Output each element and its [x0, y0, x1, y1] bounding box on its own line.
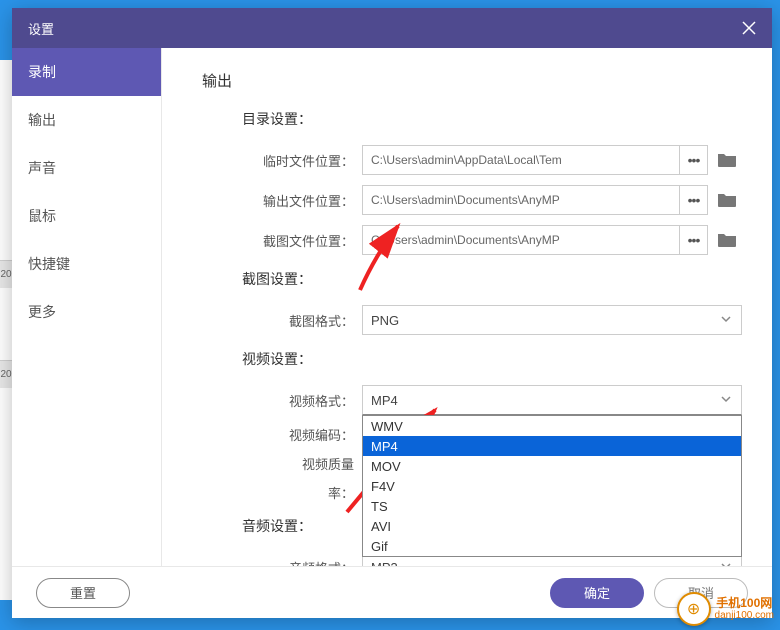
- label-snap-format: 截图格式：: [202, 311, 362, 330]
- window-title: 设置: [28, 19, 54, 38]
- footer: 重置 确定 取消: [12, 566, 772, 618]
- ok-button[interactable]: 确定: [550, 578, 644, 608]
- sidebar-item-label: 声音: [28, 158, 56, 178]
- sidebar-item-label: 更多: [28, 302, 56, 322]
- titlebar: 设置: [12, 8, 772, 48]
- section-video: 视频设置：: [242, 349, 742, 369]
- sidebar-item-label: 快捷键: [28, 254, 70, 274]
- video-format-dropdown: WMV MP4 MOV F4V TS AVI Gif: [362, 415, 742, 557]
- sidebar-item-label: 录制: [28, 62, 56, 82]
- open-temp-folder-button[interactable]: [712, 145, 742, 175]
- chevron-down-icon: [719, 312, 733, 329]
- sidebar-item-label: 鼠标: [28, 206, 56, 226]
- sidebar-item-output[interactable]: 输出: [12, 96, 161, 144]
- desktop-fragment: 20 20: [0, 60, 12, 600]
- label-video-codec: 视频编码：: [202, 425, 362, 444]
- settings-window: 设置 录制 输出 声音 鼠标 快捷键 更多 输出 目录设置： 临时文件位置： C…: [12, 8, 772, 618]
- page-title: 输出: [202, 70, 742, 91]
- chevron-down-icon: [719, 559, 733, 567]
- section-directory: 目录设置：: [242, 109, 742, 129]
- browse-snapshot-button[interactable]: •••: [680, 225, 708, 255]
- temp-path-input[interactable]: C:\Users\admin\AppData\Local\Tem: [362, 145, 680, 175]
- browse-temp-button[interactable]: •••: [680, 145, 708, 175]
- reset-button[interactable]: 重置: [36, 578, 130, 608]
- watermark-icon: ⊕: [677, 592, 711, 626]
- output-path-input[interactable]: C:\Users\admin\Documents\AnyMP: [362, 185, 680, 215]
- label-audio-format: 音频格式：: [202, 558, 362, 567]
- label-video-format: 视频格式：: [202, 391, 362, 410]
- label-temp: 临时文件位置：: [202, 151, 362, 170]
- row-output-path: 输出文件位置： C:\Users\admin\Documents\AnyMP •…: [202, 185, 742, 215]
- video-format-select[interactable]: MP4 WMV MP4 MOV F4V TS AVI Gif: [362, 385, 742, 415]
- sidebar-item-record[interactable]: 录制: [12, 48, 161, 96]
- option-mp4[interactable]: MP4: [363, 436, 741, 456]
- watermark: ⊕ 手机100网 danji100.com: [677, 592, 774, 626]
- sidebar-item-sound[interactable]: 声音: [12, 144, 161, 192]
- chevron-down-icon: [719, 392, 733, 409]
- label-video-quality: 视频质量: [202, 454, 362, 473]
- snap-format-select[interactable]: PNG: [362, 305, 742, 335]
- label-video-rate: 率：: [202, 483, 362, 502]
- close-button[interactable]: [726, 8, 772, 48]
- row-video-format: 视频格式： MP4 WMV MP4 MOV F4V TS AVI Gif: [202, 385, 742, 415]
- main-panel: 输出 目录设置： 临时文件位置： C:\Users\admin\AppData\…: [162, 48, 772, 566]
- sidebar: 录制 输出 声音 鼠标 快捷键 更多: [12, 48, 162, 566]
- option-avi[interactable]: AVI: [363, 516, 741, 536]
- option-f4v[interactable]: F4V: [363, 476, 741, 496]
- sidebar-item-more[interactable]: 更多: [12, 288, 161, 336]
- option-mov[interactable]: MOV: [363, 456, 741, 476]
- section-snapshot: 截图设置：: [242, 269, 742, 289]
- snapshot-path-input[interactable]: C:\Users\admin\Documents\AnyMP: [362, 225, 680, 255]
- option-wmv[interactable]: WMV: [363, 416, 741, 436]
- folder-icon: [717, 192, 737, 208]
- sidebar-item-label: 输出: [28, 110, 56, 130]
- label-output: 输出文件位置：: [202, 191, 362, 210]
- row-snap-format: 截图格式： PNG: [202, 305, 742, 335]
- option-ts[interactable]: TS: [363, 496, 741, 516]
- label-snapshot: 截图文件位置：: [202, 231, 362, 250]
- folder-icon: [717, 152, 737, 168]
- option-gif[interactable]: Gif: [363, 536, 741, 556]
- window-body: 录制 输出 声音 鼠标 快捷键 更多 输出 目录设置： 临时文件位置： C:\U…: [12, 48, 772, 566]
- close-icon: [742, 21, 756, 35]
- watermark-line2: danji100.com: [715, 610, 774, 621]
- row-temp-path: 临时文件位置： C:\Users\admin\AppData\Local\Tem…: [202, 145, 742, 175]
- open-output-folder-button[interactable]: [712, 185, 742, 215]
- watermark-line1: 手机100网: [715, 597, 774, 610]
- browse-output-button[interactable]: •••: [680, 185, 708, 215]
- sidebar-item-mouse[interactable]: 鼠标: [12, 192, 161, 240]
- sidebar-item-hotkey[interactable]: 快捷键: [12, 240, 161, 288]
- row-snapshot-path: 截图文件位置： C:\Users\admin\Documents\AnyMP •…: [202, 225, 742, 255]
- folder-icon: [717, 232, 737, 248]
- open-snapshot-folder-button[interactable]: [712, 225, 742, 255]
